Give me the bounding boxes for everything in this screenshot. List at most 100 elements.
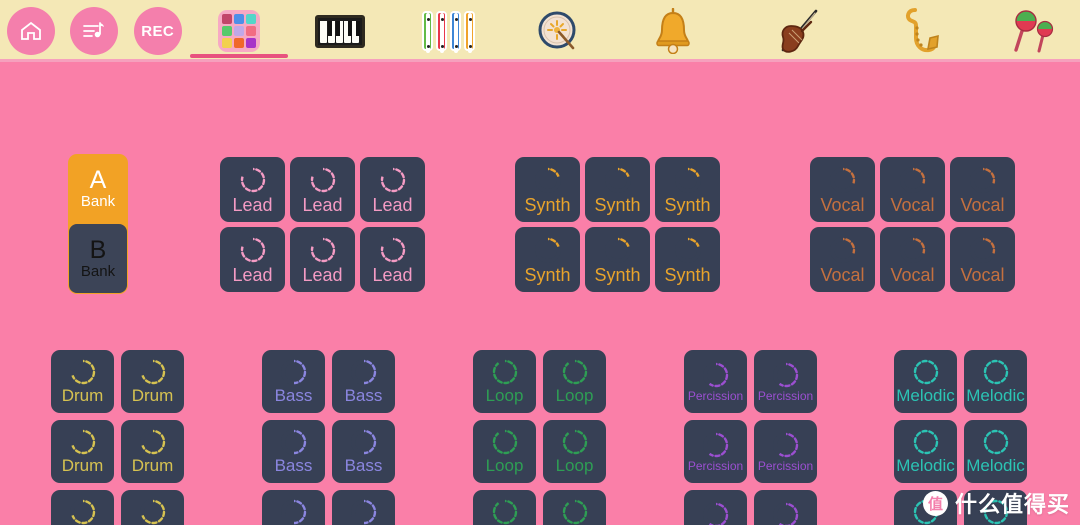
pad-percission-1[interactable]: Percission bbox=[684, 350, 747, 413]
pad-group-vocal: Vocal Vocal Vocal Vocal Vocal Vocal bbox=[810, 157, 1015, 292]
pad-melodic-2[interactable]: Melodic bbox=[964, 350, 1027, 413]
tab-piano[interactable] bbox=[287, 0, 393, 62]
pad-label: Synth bbox=[594, 265, 641, 285]
pad-melodic-3[interactable]: Melodic bbox=[894, 420, 957, 483]
pad-group-drum: DrumDrumDrumDrumDrumDrum bbox=[51, 350, 184, 525]
pad-lead-2[interactable]: Lead bbox=[290, 157, 355, 222]
pad-group-synth: Synth Synth Synth Synth Synth Synth bbox=[515, 157, 720, 292]
pad-label: Vocal bbox=[890, 265, 935, 285]
pad-bass-4[interactable]: Bass bbox=[332, 420, 395, 483]
maracas-icon bbox=[1014, 10, 1054, 53]
pad-bass-1[interactable]: Bass bbox=[262, 350, 325, 413]
pad-lead-5[interactable]: Lead bbox=[290, 227, 355, 292]
pad-loop-3[interactable]: Loop bbox=[473, 420, 536, 483]
pad-drum-5[interactable]: Drum bbox=[51, 490, 114, 525]
pad-loop-6[interactable]: Loop bbox=[543, 490, 606, 525]
pad-label: Lead bbox=[302, 195, 343, 215]
pad-drum-6[interactable]: Drum bbox=[121, 490, 184, 525]
pad-vocal-6[interactable]: Vocal bbox=[950, 227, 1015, 292]
grid-icon-cell-7 bbox=[233, 38, 244, 48]
bank-selector: A Bank B Bank bbox=[68, 154, 128, 294]
pad-melodic-6[interactable]: Melodic bbox=[964, 490, 1027, 525]
xylophone-icon bbox=[421, 11, 475, 53]
pad-label: Percission bbox=[757, 458, 814, 473]
tab-saxophone[interactable] bbox=[858, 0, 984, 62]
pad-percission-4[interactable]: Percission bbox=[754, 420, 817, 483]
pad-bass-2[interactable]: Bass bbox=[332, 350, 395, 413]
pad-lead-4[interactable]: Lead bbox=[220, 227, 285, 292]
active-tab-indicator bbox=[189, 54, 288, 58]
tab-drum[interactable] bbox=[503, 0, 613, 62]
songs-button[interactable] bbox=[69, 7, 118, 55]
pad-label: Bass bbox=[274, 386, 313, 405]
tab-pads[interactable] bbox=[189, 0, 288, 62]
pad-bass-6[interactable]: Bass bbox=[332, 490, 395, 525]
pad-vocal-2[interactable]: Vocal bbox=[880, 157, 945, 222]
pad-label: Lead bbox=[372, 195, 413, 215]
bank-option-a[interactable]: A Bank bbox=[68, 154, 128, 224]
pad-vocal-1[interactable]: Vocal bbox=[810, 157, 875, 222]
pad-label: Percission bbox=[687, 388, 744, 403]
pad-loop-5[interactable]: Loop bbox=[473, 490, 536, 525]
pad-label: Bass bbox=[344, 456, 383, 475]
pad-label: Loop bbox=[555, 386, 594, 405]
pad-label: Loop bbox=[485, 386, 524, 405]
pad-percission-5[interactable]: Percission bbox=[684, 490, 747, 525]
pad-loop-4[interactable]: Loop bbox=[543, 420, 606, 483]
pad-vocal-4[interactable]: Vocal bbox=[810, 227, 875, 292]
pad-lead-1[interactable]: Lead bbox=[220, 157, 285, 222]
pad-loop-2[interactable]: Loop bbox=[543, 350, 606, 413]
pad-melodic-4[interactable]: Melodic bbox=[964, 420, 1027, 483]
pad-loop-1[interactable]: Loop bbox=[473, 350, 536, 413]
pad-label: Lead bbox=[302, 265, 343, 285]
bank-option-b[interactable]: B Bank bbox=[69, 223, 127, 293]
pad-bass-3[interactable]: Bass bbox=[262, 420, 325, 483]
grid-icon-cell-8 bbox=[245, 38, 256, 48]
pad-vocal-5[interactable]: Vocal bbox=[880, 227, 945, 292]
record-button-slot: REC bbox=[126, 0, 190, 62]
pad-melodic-1[interactable]: Melodic bbox=[894, 350, 957, 413]
grid-icon-cell-1 bbox=[233, 14, 244, 24]
pad-label: Percission bbox=[757, 388, 814, 403]
pad-group-loop: LoopLoopLoopLoopLoopLoop bbox=[473, 350, 606, 525]
pad-stage: A Bank B Bank Lead Lead Lead Lead Lead Lead S… bbox=[0, 62, 1080, 525]
record-button[interactable]: REC bbox=[133, 7, 182, 55]
pad-drum-4[interactable]: Drum bbox=[121, 420, 184, 483]
xylophone-bar-1 bbox=[435, 11, 447, 53]
pad-label: Bass bbox=[274, 456, 313, 475]
home-button-slot bbox=[0, 0, 62, 62]
pad-label: Vocal bbox=[960, 265, 1005, 285]
grid-icon-cell-5 bbox=[245, 26, 256, 36]
tab-xylophone[interactable] bbox=[393, 0, 503, 62]
pad-synth-2[interactable]: Synth bbox=[585, 157, 650, 222]
pad-lead-6[interactable]: Lead bbox=[360, 227, 425, 292]
pad-label: Vocal bbox=[820, 195, 865, 215]
pad-label: Lead bbox=[232, 265, 273, 285]
tab-bell[interactable] bbox=[613, 0, 733, 62]
bank-b-label: Bank bbox=[80, 262, 116, 280]
pad-drum-1[interactable]: Drum bbox=[51, 350, 114, 413]
music-list-icon bbox=[82, 22, 104, 38]
pad-synth-4[interactable]: Synth bbox=[515, 227, 580, 292]
pad-label: Drum bbox=[61, 456, 104, 475]
pad-drum-3[interactable]: Drum bbox=[51, 420, 114, 483]
songs-button-slot bbox=[62, 0, 126, 62]
tab-maracas[interactable] bbox=[984, 0, 1080, 62]
pad-lead-3[interactable]: Lead bbox=[360, 157, 425, 222]
pad-drum-2[interactable]: Drum bbox=[121, 350, 184, 413]
pad-percission-3[interactable]: Percission bbox=[684, 420, 747, 483]
pad-percission-6[interactable]: Percission bbox=[754, 490, 817, 525]
pad-label: Melodic bbox=[966, 456, 1025, 475]
pad-percission-2[interactable]: Percission bbox=[754, 350, 817, 413]
tab-violin[interactable] bbox=[733, 0, 859, 62]
violin-icon bbox=[781, 9, 817, 53]
pad-vocal-3[interactable]: Vocal bbox=[950, 157, 1015, 222]
pad-synth-5[interactable]: Synth bbox=[585, 227, 650, 292]
pad-synth-6[interactable]: Synth bbox=[655, 227, 720, 292]
home-button[interactable] bbox=[6, 7, 55, 55]
pad-synth-1[interactable]: Synth bbox=[515, 157, 580, 222]
pad-bass-5[interactable]: Bass bbox=[262, 490, 325, 525]
pad-melodic-5[interactable]: Melodic bbox=[894, 490, 957, 525]
pad-synth-3[interactable]: Synth bbox=[655, 157, 720, 222]
pad-label: Synth bbox=[524, 195, 571, 215]
